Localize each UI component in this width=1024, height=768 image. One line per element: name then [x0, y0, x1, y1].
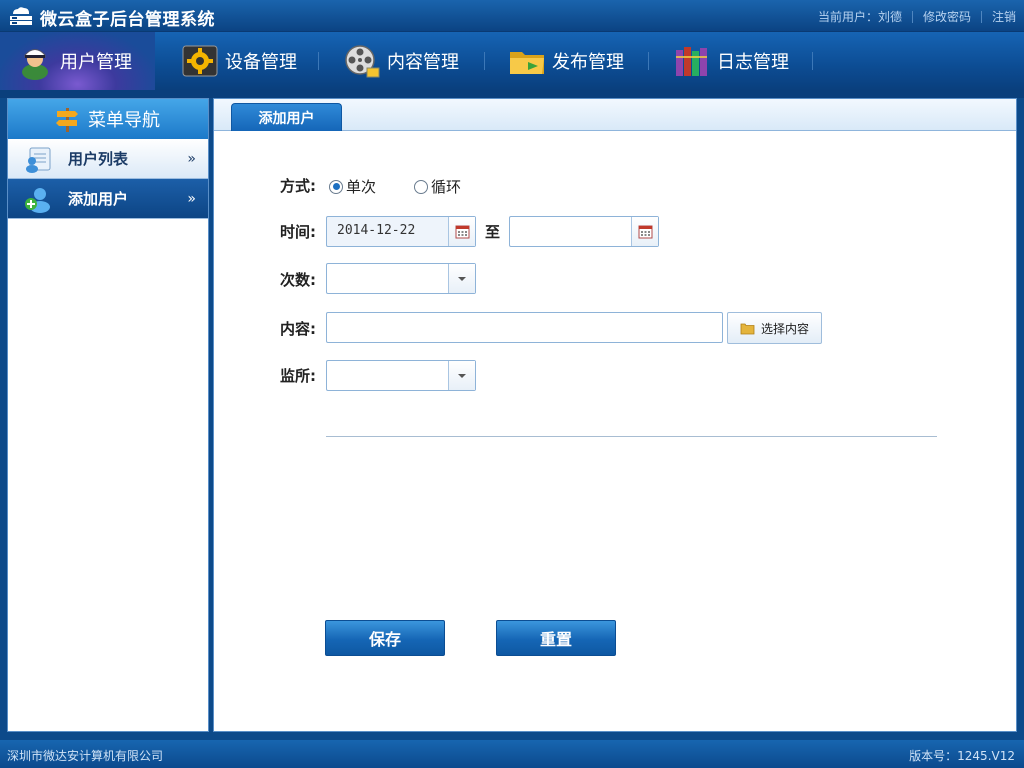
sidebar-item-label: 添加用户 — [68, 190, 129, 208]
nav-divider — [648, 52, 649, 70]
radio-single[interactable]: 单次 — [329, 176, 376, 197]
main-nav: 用户管理 设备管理 内容管理 发布管理 日志管理 — [0, 32, 1024, 90]
sidebar-item-label: 用户列表 — [68, 150, 129, 168]
count-select[interactable] — [326, 263, 476, 294]
start-date-value: 2014-12-22 — [337, 223, 416, 238]
film-reel-icon — [345, 45, 380, 78]
books-icon — [676, 47, 707, 76]
sidebar-title: 菜单导航 — [88, 110, 160, 131]
station-label: 监所: — [280, 367, 316, 385]
content-label: 内容: — [280, 320, 316, 338]
to-label: 至 — [485, 223, 501, 241]
tab-bar: 添加用户 — [214, 99, 1016, 131]
footer: 深圳市微达安计算机有限公司 版本号：1245.V12 — [0, 740, 1024, 768]
company-name: 深圳市微达安计算机有限公司 — [7, 749, 164, 763]
calendar-icon[interactable] — [631, 217, 658, 246]
signpost-icon — [56, 108, 78, 132]
user-list-icon — [26, 147, 51, 173]
calendar-icon[interactable] — [448, 217, 475, 246]
time-label: 时间: — [280, 223, 316, 241]
save-button[interactable]: 保存 — [325, 620, 445, 656]
nav-item-user-management[interactable]: 用户管理 — [0, 32, 155, 90]
nav-label: 设备管理 — [225, 52, 297, 73]
content-panel: 添加用户 方式: 单次 循环 时间: 2014-12-22 至 次数: 内容: … — [213, 98, 1017, 732]
cloud-box-logo-icon — [10, 7, 32, 25]
radio-loop[interactable]: 循环 — [414, 176, 461, 197]
current-user: 当前用户：刘德 — [817, 10, 902, 24]
version-number: 版本号：1245.V12 — [909, 749, 1015, 763]
choose-content-label: 选择内容 — [760, 321, 809, 336]
nav-divider — [812, 52, 813, 70]
double-chevron-right-icon: » — [187, 151, 196, 167]
start-date-field[interactable]: 2014-12-22 — [326, 216, 476, 247]
sidebar-header: 菜单导航 — [8, 99, 208, 139]
user-avatar-icon — [22, 49, 48, 80]
sidebar: 菜单导航 用户列表 » 添加用户 » — [7, 98, 209, 732]
nav-divider — [484, 52, 485, 70]
end-date-field[interactable] — [509, 216, 659, 247]
double-chevron-right-icon: » — [187, 191, 196, 207]
station-select[interactable] — [326, 360, 476, 391]
radio-unselected-icon — [414, 179, 428, 194]
content-input[interactable] — [326, 312, 723, 343]
divider — [911, 10, 913, 23]
sidebar-item-add-user[interactable]: 添加用户 » — [8, 179, 208, 219]
sidebar-item-user-list[interactable]: 用户列表 » — [8, 139, 208, 179]
app-title: 微云盒子后台管理系统 — [40, 10, 215, 30]
top-bar: 微云盒子后台管理系统 当前用户：刘德 修改密码 注销 — [0, 0, 1024, 32]
folder-icon — [740, 323, 755, 334]
nav-label: 发布管理 — [552, 52, 624, 73]
nav-label: 用户管理 — [60, 52, 132, 73]
nav-divider — [318, 52, 319, 70]
header-band — [0, 90, 1024, 98]
gear-icon — [182, 45, 218, 77]
divider — [980, 10, 982, 23]
choose-content-button[interactable]: 选择内容 — [727, 312, 822, 344]
mode-label: 方式: — [280, 177, 316, 195]
form-divider — [326, 436, 937, 437]
change-password-link[interactable]: 修改密码 — [923, 8, 971, 25]
nav-item-device-management[interactable]: 设备管理 — [181, 32, 297, 90]
radio-selected-icon — [329, 179, 343, 194]
nav-item-content-management[interactable]: 内容管理 — [343, 32, 459, 90]
nav-item-log-management[interactable]: 日志管理 — [673, 32, 789, 90]
chevron-down-icon[interactable] — [448, 264, 475, 293]
folder-icon — [510, 52, 544, 74]
nav-label: 内容管理 — [387, 52, 459, 73]
nav-label: 日志管理 — [717, 52, 789, 73]
chevron-down-icon[interactable] — [448, 361, 475, 390]
nav-item-publish-management[interactable]: 发布管理 — [508, 32, 624, 90]
radio-label: 单次 — [346, 178, 377, 196]
tab-add-user[interactable]: 添加用户 — [231, 103, 342, 131]
count-label: 次数: — [280, 271, 316, 289]
user-links: 当前用户：刘德 修改密码 注销 — [818, 8, 1016, 25]
radio-label: 循环 — [431, 178, 462, 196]
logout-link[interactable]: 注销 — [992, 8, 1016, 25]
reset-button[interactable]: 重置 — [496, 620, 616, 656]
add-user-icon — [25, 187, 50, 213]
